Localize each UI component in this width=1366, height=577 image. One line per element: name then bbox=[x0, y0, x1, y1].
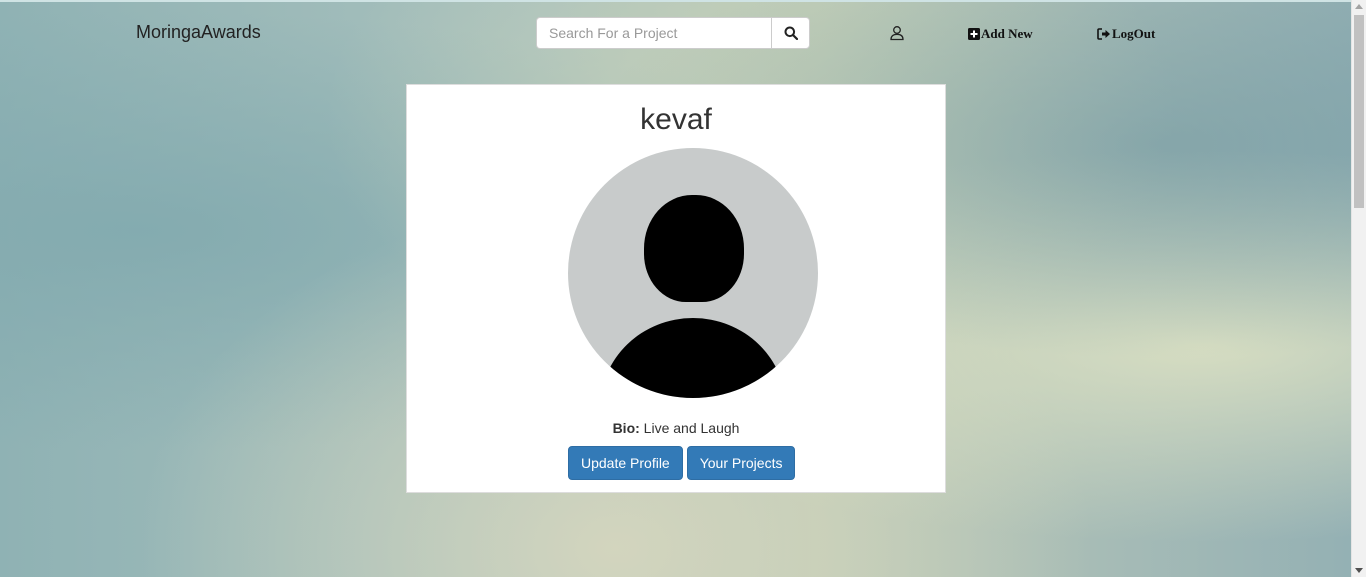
profile-username: kevaf bbox=[640, 103, 712, 136]
bio-label: Bio: bbox=[612, 420, 640, 436]
add-new-link[interactable]: Add New bbox=[968, 26, 1033, 42]
profile-card: kevaf Bio: Live and Laugh Update Profile… bbox=[406, 84, 946, 493]
add-new-label: Add New bbox=[981, 26, 1033, 41]
user-icon bbox=[890, 26, 904, 41]
plus-square-icon bbox=[968, 28, 980, 40]
avatar-head-shape bbox=[644, 195, 744, 302]
scroll-thumb[interactable] bbox=[1354, 15, 1364, 208]
vertical-scrollbar[interactable] bbox=[1351, 0, 1366, 577]
scroll-up-arrow-icon[interactable] bbox=[1355, 4, 1363, 9]
logout-icon bbox=[1097, 28, 1110, 40]
profile-link[interactable] bbox=[889, 25, 905, 41]
top-border bbox=[0, 0, 1351, 2]
scroll-down-arrow-icon[interactable] bbox=[1355, 568, 1363, 573]
update-profile-button[interactable]: Update Profile bbox=[568, 446, 683, 480]
profile-bio: Bio: Live and Laugh bbox=[407, 420, 945, 436]
profile-actions: Update Profile Your Projects bbox=[568, 446, 796, 480]
brand-link[interactable]: MoringaAwards bbox=[136, 22, 261, 43]
logout-link[interactable]: LogOut bbox=[1097, 26, 1155, 42]
search-button[interactable] bbox=[771, 17, 810, 49]
search-icon bbox=[784, 26, 798, 40]
profile-avatar bbox=[568, 148, 818, 398]
search-form bbox=[536, 17, 810, 49]
logout-label: LogOut bbox=[1112, 26, 1156, 41]
bio-text: Live and Laugh bbox=[639, 420, 740, 436]
search-input[interactable] bbox=[536, 17, 771, 49]
your-projects-button[interactable]: Your Projects bbox=[686, 446, 796, 480]
avatar-body-shape bbox=[600, 318, 786, 398]
